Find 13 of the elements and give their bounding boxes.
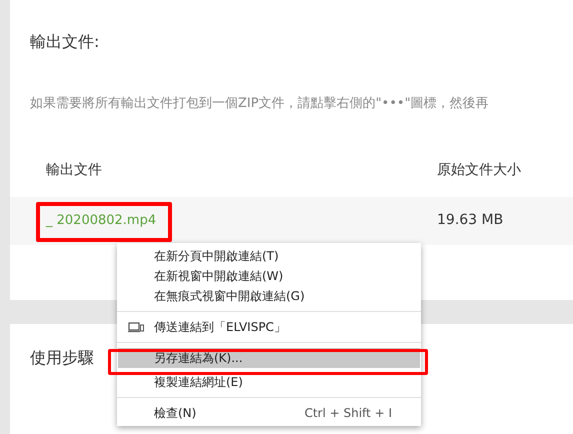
file-size: 19.63 MB — [437, 212, 504, 228]
menu-item[interactable]: 在無痕式視窗中開啟連結(G) — [118, 286, 420, 306]
menu-item[interactable]: 複製連結網址(E) — [118, 372, 420, 392]
menu-item[interactable]: 傳送連結到「ELVISPC」 — [118, 317, 420, 337]
menu-item[interactable]: 在新分頁中開啟連結(T) — [118, 246, 420, 266]
laptop-icon — [128, 322, 144, 332]
section-title: 輸出文件: — [30, 31, 100, 53]
column-header: 原始文件大小 — [437, 160, 522, 180]
column-header: 輸出文件 — [46, 160, 103, 180]
menu-item[interactable]: 檢查(N) Ctrl + Shift + I — [118, 403, 420, 423]
description-text: 如果需要將所有輸出文件打包到一個ZIP文件，請點擊右側的"•••"圖標，然後再 — [30, 95, 489, 113]
menu-item[interactable]: 在新視窗中開啟連結(W) — [118, 266, 420, 286]
section-title: 使用步驟 — [30, 347, 94, 369]
